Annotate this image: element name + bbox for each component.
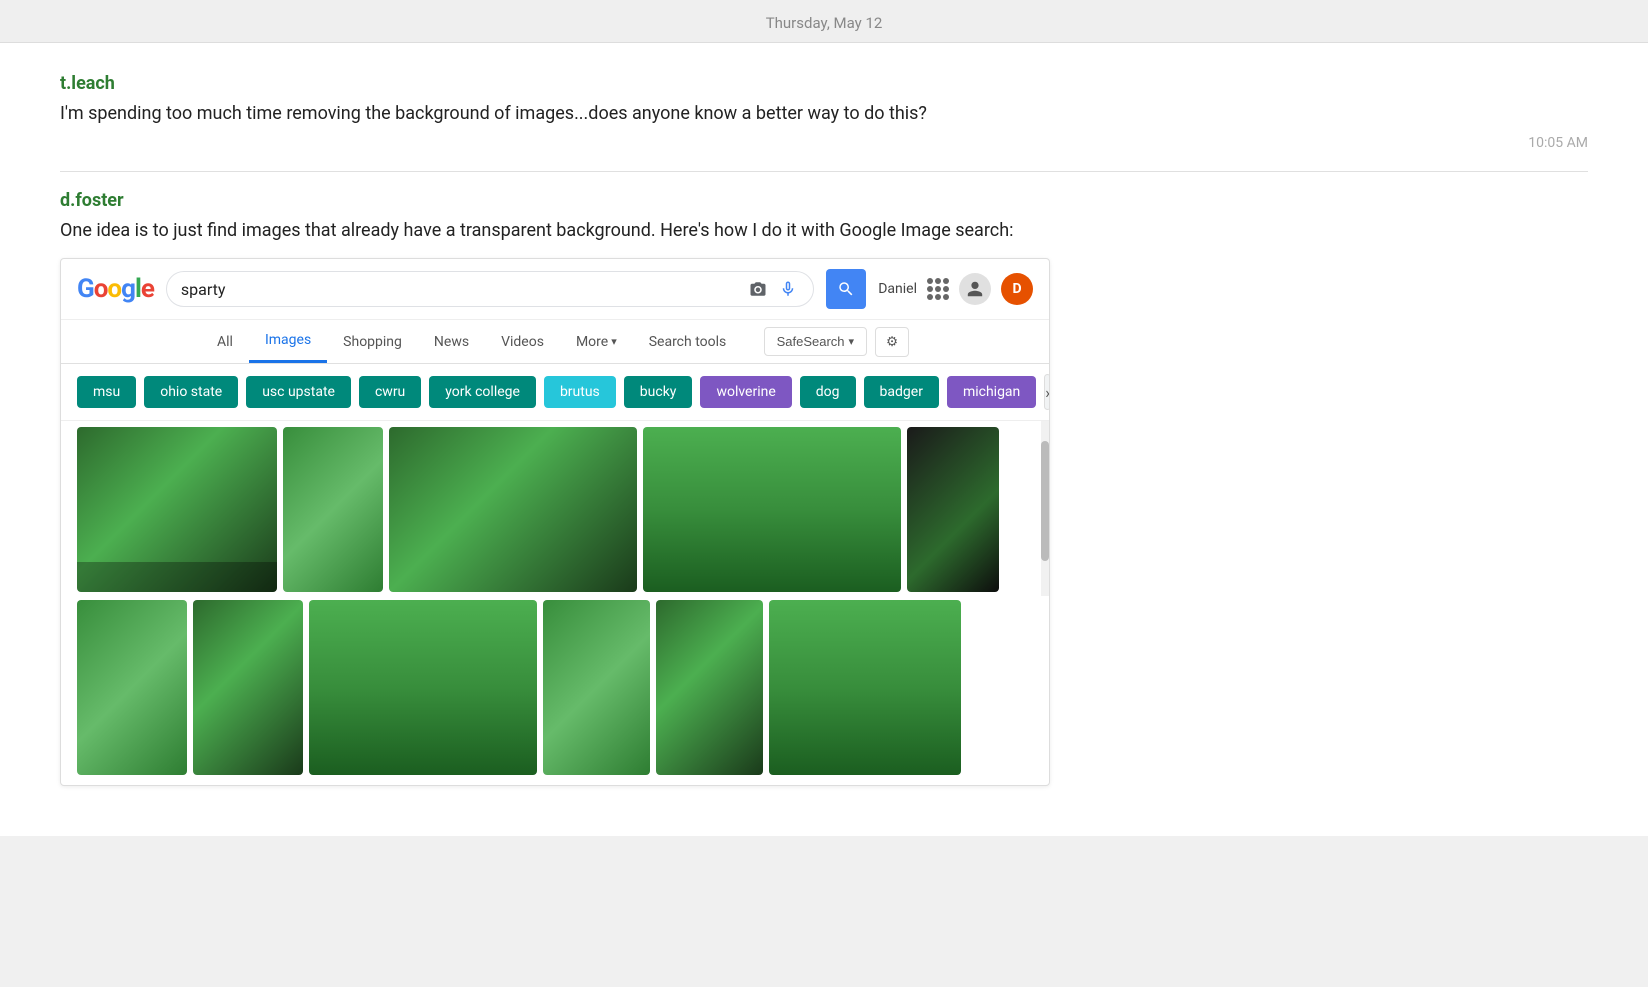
page-container: Thursday, May 12 t.leach I'm spending to… bbox=[0, 0, 1648, 987]
chip-dog[interactable]: dog bbox=[800, 376, 856, 408]
account-icon[interactable] bbox=[959, 273, 991, 305]
chip-york-college[interactable]: york college bbox=[429, 376, 536, 408]
search-input[interactable]: sparty bbox=[181, 280, 739, 299]
camera-icon[interactable] bbox=[747, 278, 769, 300]
image-sparty-4[interactable] bbox=[643, 427, 901, 592]
tab-shopping[interactable]: Shopping bbox=[327, 322, 418, 362]
tab-all[interactable]: All bbox=[201, 322, 249, 362]
image-sparty-1[interactable] bbox=[77, 427, 277, 592]
chip-msu[interactable]: msu bbox=[77, 376, 136, 408]
scrollbar-thumb[interactable] bbox=[1041, 441, 1049, 561]
next-chips-button[interactable]: › bbox=[1044, 374, 1049, 410]
date-header: Thursday, May 12 bbox=[0, 0, 1648, 43]
user-name: Daniel bbox=[878, 281, 917, 297]
username-dfoster: d.foster bbox=[60, 190, 1588, 211]
safe-search-label: SafeSearch bbox=[777, 334, 845, 349]
search-box[interactable]: sparty bbox=[166, 271, 814, 307]
safe-search-chevron: ▾ bbox=[849, 335, 855, 348]
image-grid-row1 bbox=[61, 421, 1049, 596]
image-sparty-7[interactable] bbox=[193, 600, 303, 775]
tab-news[interactable]: News bbox=[418, 322, 485, 362]
google-logo: Google bbox=[77, 274, 154, 304]
image-sparty-6[interactable] bbox=[77, 600, 187, 775]
message-block-2: d.foster One idea is to just find images… bbox=[60, 190, 1588, 786]
image-sparty-9[interactable] bbox=[543, 600, 650, 775]
chip-brutus[interactable]: brutus bbox=[544, 376, 616, 408]
message-text-2: One idea is to just find images that alr… bbox=[60, 217, 1588, 244]
chip-badger[interactable]: badger bbox=[864, 376, 939, 408]
safe-search-button[interactable]: SafeSearch ▾ bbox=[764, 327, 867, 356]
user-initial: D bbox=[1012, 281, 1021, 297]
nav-right: SafeSearch ▾ ⚙ bbox=[764, 327, 909, 357]
logo-o2: o bbox=[107, 274, 121, 304]
chat-area: t.leach I'm spending too much time remov… bbox=[0, 43, 1648, 836]
username-tleach: t.leach bbox=[60, 73, 1588, 94]
chip-cwru[interactable]: cwru bbox=[359, 376, 421, 408]
search-tools-tab[interactable]: Search tools bbox=[633, 322, 743, 362]
chip-row: msu ohio state usc upstate cwru york col… bbox=[61, 364, 1049, 421]
image-sparty-5[interactable] bbox=[907, 427, 999, 592]
image-sparty-2[interactable] bbox=[283, 427, 383, 592]
message-divider bbox=[60, 171, 1588, 172]
date-text: Thursday, May 12 bbox=[766, 14, 883, 32]
search-button[interactable] bbox=[826, 269, 866, 309]
header-right: Daniel bbox=[878, 273, 1033, 305]
chip-wolverine[interactable]: wolverine bbox=[700, 376, 791, 408]
logo-g: G bbox=[77, 274, 94, 304]
logo-o1: o bbox=[94, 274, 108, 304]
tab-more[interactable]: More ▾ bbox=[560, 322, 633, 362]
gear-icon: ⚙ bbox=[886, 334, 898, 349]
image-grid-row2 bbox=[61, 596, 1049, 785]
mic-icon[interactable] bbox=[777, 278, 799, 300]
image-sparty-3[interactable] bbox=[389, 427, 637, 592]
chip-usc-upstate[interactable]: usc upstate bbox=[246, 376, 351, 408]
chip-ohio-state[interactable]: ohio state bbox=[144, 376, 238, 408]
user-avatar[interactable]: D bbox=[1001, 273, 1033, 305]
tab-videos[interactable]: Videos bbox=[485, 322, 560, 362]
message-text-1: I'm spending too much time removing the … bbox=[60, 100, 1588, 127]
google-nav: All Images Shopping News Videos bbox=[61, 320, 1049, 364]
image-sparty-11[interactable] bbox=[769, 600, 961, 775]
image-sparty-8[interactable] bbox=[309, 600, 537, 775]
google-embed: Google sparty bbox=[60, 258, 1050, 786]
image-sparty-10[interactable] bbox=[656, 600, 763, 775]
settings-button[interactable]: ⚙ bbox=[875, 327, 909, 357]
message-block-1: t.leach I'm spending too much time remov… bbox=[60, 73, 1588, 151]
tab-images[interactable]: Images bbox=[249, 320, 327, 363]
apps-icon[interactable] bbox=[927, 278, 949, 300]
timestamp-1: 10:05 AM bbox=[60, 135, 1588, 151]
chip-bucky[interactable]: bucky bbox=[624, 376, 693, 408]
logo-g2: g bbox=[121, 274, 135, 304]
scrollbar[interactable] bbox=[1041, 421, 1049, 596]
logo-e: e bbox=[141, 274, 154, 304]
chip-michigan[interactable]: michigan bbox=[947, 376, 1036, 408]
google-header: Google sparty bbox=[61, 259, 1049, 320]
chevron-down-icon: ▾ bbox=[611, 335, 617, 348]
